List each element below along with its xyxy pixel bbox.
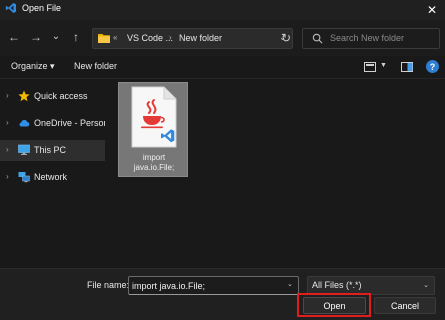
chevron-down-icon: ⌄ xyxy=(423,282,429,289)
back-button[interactable]: ← xyxy=(6,29,22,45)
java-file-icon xyxy=(131,86,177,148)
organize-menu[interactable]: Organize ▾ xyxy=(11,61,55,72)
cancel-button[interactable]: Cancel xyxy=(374,297,436,314)
file-type-value: All Files (*.*) xyxy=(312,280,362,290)
star-icon xyxy=(18,90,30,102)
address-bar[interactable]: « VS Code ... › New folder ⌄ xyxy=(92,28,293,49)
file-name-input[interactable] xyxy=(128,276,299,295)
network-icon xyxy=(18,172,30,183)
refresh-icon: ↻ xyxy=(280,31,292,45)
sidebar-item-network[interactable]: › Network xyxy=(0,167,105,188)
help-icon[interactable]: ? xyxy=(426,60,439,73)
sidebar-item-quick-access[interactable]: › Quick access xyxy=(0,86,105,107)
cloud-icon xyxy=(19,120,30,127)
open-file-dialog: Open File ✕ ← → ⌄ ↑ « VS Code ... › New … xyxy=(0,0,445,320)
view-options-icon[interactable] xyxy=(364,62,376,72)
sidebar-item-label: Network xyxy=(34,172,68,182)
breadcrumb-overflow[interactable]: « xyxy=(113,33,117,42)
recent-locations-button[interactable]: ⌄ xyxy=(48,29,64,45)
vscode-icon xyxy=(5,3,16,13)
file-name-line-2: java.io.File; xyxy=(133,163,175,172)
chevron-right-icon[interactable]: › xyxy=(6,145,9,154)
chevron-down-icon: ⌄ xyxy=(51,31,61,42)
refresh-button[interactable]: ↻ xyxy=(276,28,296,48)
breadcrumb-vscode[interactable]: VS Code ... xyxy=(127,33,173,43)
close-icon: ✕ xyxy=(426,3,438,17)
file-item[interactable]: import java.io.File; xyxy=(118,82,188,177)
file-list[interactable]: import java.io.File; xyxy=(108,80,445,268)
sidebar-item-label: This PC xyxy=(34,145,67,155)
folder-icon xyxy=(98,34,110,43)
chevron-right-icon[interactable]: › xyxy=(6,118,9,127)
up-button[interactable]: ↑ xyxy=(68,29,84,45)
breadcrumb-new-folder[interactable]: New folder xyxy=(179,33,222,43)
forward-arrow-icon: → xyxy=(30,30,42,44)
sidebar-item-this-pc[interactable]: › This PC xyxy=(0,140,105,161)
open-button[interactable]: Open xyxy=(303,297,366,314)
chevron-right-icon[interactable]: › xyxy=(6,91,9,100)
close-button[interactable]: ✕ xyxy=(419,0,445,20)
file-name-label: File name: xyxy=(87,280,130,290)
up-arrow-icon: ↑ xyxy=(73,30,79,44)
file-name-dropdown-icon[interactable]: ⌄ xyxy=(287,280,293,288)
preview-pane-icon[interactable] xyxy=(401,62,413,72)
monitor-icon xyxy=(18,144,30,155)
window-title: Open File xyxy=(22,3,62,13)
navigation-bar: ← → ⌄ ↑ « VS Code ... › New folder ⌄ ↻ S… xyxy=(0,20,445,56)
new-folder-button[interactable]: New folder xyxy=(74,61,117,71)
sidebar-item-label: Quick access xyxy=(34,91,88,101)
dialog-footer: File name: ⌄ All Files (*.*) ⌄ Open Canc… xyxy=(0,268,445,320)
navigation-pane: › Quick access › OneDrive - Personal › T… xyxy=(0,80,116,268)
search-icon xyxy=(312,33,323,44)
search-box[interactable]: Search New folder xyxy=(302,28,440,49)
breadcrumb-separator: › xyxy=(169,33,172,42)
title-bar: Open File ✕ xyxy=(0,0,445,20)
sidebar-item-label: OneDrive - Personal xyxy=(34,118,116,128)
forward-button[interactable]: → xyxy=(28,29,44,45)
back-arrow-icon: ← xyxy=(8,30,20,44)
search-placeholder: Search New folder xyxy=(330,33,405,43)
chevron-right-icon[interactable]: › xyxy=(6,172,9,181)
help-glyph: ? xyxy=(429,61,436,72)
file-name-line-1: import xyxy=(142,153,166,162)
command-bar: Organize ▾ New folder ▼ ? xyxy=(0,56,445,79)
view-dropdown-icon[interactable]: ▼ xyxy=(380,62,387,69)
sidebar-item-onedrive[interactable]: › OneDrive - Personal xyxy=(0,113,116,134)
